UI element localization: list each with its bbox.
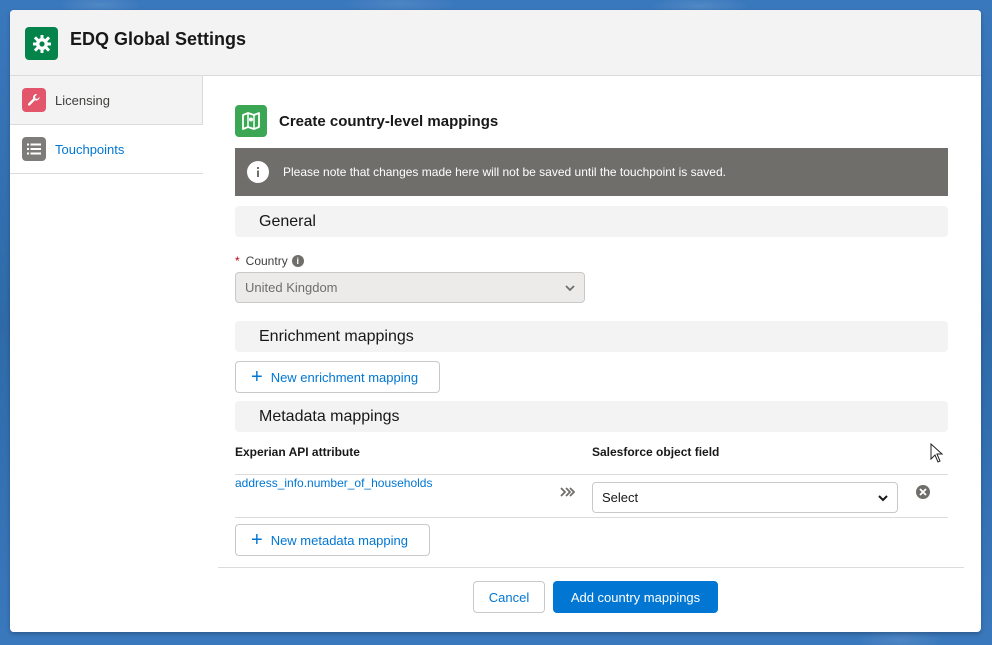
metadata-section-header: Metadata mappings (235, 401, 948, 432)
required-marker: * (235, 254, 240, 268)
info-icon (247, 161, 269, 183)
double-chevron-right-icon (560, 487, 575, 497)
plus-icon: + (251, 366, 263, 388)
mouse-cursor-icon (930, 443, 944, 463)
footer-divider (218, 567, 964, 568)
cancel-button[interactable]: Cancel (473, 581, 545, 613)
section-title: Create country-level mappings (279, 113, 499, 130)
sidebar-item-licensing[interactable]: Licensing (10, 76, 203, 125)
chevron-down-icon (565, 285, 575, 292)
settings-window: EDQ Global Settings Licensing Touchpoint… (10, 10, 981, 632)
country-select-value: United Kingdom (245, 280, 338, 295)
map-icon (235, 105, 267, 137)
main-content: Create country-level mappings Please not… (218, 76, 964, 632)
notice-text: Please note that changes made here will … (283, 165, 726, 179)
info-icon[interactable]: i (291, 255, 304, 267)
button-label: Add country mappings (570, 589, 701, 605)
info-notice: Please note that changes made here will … (235, 148, 948, 196)
list-icon (22, 137, 46, 161)
row-divider (235, 517, 948, 518)
gear-icon (25, 27, 58, 60)
column-header-experian-attribute: Experian API attribute (235, 445, 360, 459)
country-select[interactable]: United Kingdom (235, 272, 585, 303)
chevron-down-icon (878, 495, 888, 502)
country-label: Country (245, 254, 288, 268)
wrench-icon (22, 88, 46, 112)
enrichment-section-header: Enrichment mappings (235, 321, 948, 352)
add-country-mappings-button[interactable]: Add country mappings (553, 581, 718, 613)
plus-icon: + (251, 529, 263, 551)
sidebar-item-label: Touchpoints (55, 141, 125, 157)
general-section-header: General (235, 206, 948, 237)
button-label: New metadata mapping (270, 532, 408, 548)
column-header-salesforce-field: Salesforce object field (592, 445, 720, 459)
sidebar-item-label: Licensing (55, 92, 110, 108)
row-divider (235, 474, 948, 475)
window-header: EDQ Global Settings (10, 10, 981, 76)
new-enrichment-mapping-button[interactable]: + New enrichment mapping (235, 361, 440, 393)
field-select-value: Select (602, 490, 639, 505)
new-metadata-mapping-button[interactable]: + New metadata mapping (235, 524, 430, 556)
sidebar-item-touchpoints[interactable]: Touchpoints (10, 125, 203, 174)
button-label: New enrichment mapping (270, 369, 419, 385)
page-title: EDQ Global Settings (70, 29, 247, 49)
sidebar: Licensing Touchpoints (10, 76, 203, 632)
country-field-label: * Country i (235, 254, 304, 268)
attribute-link[interactable]: address_info.number_of_households (235, 476, 432, 490)
remove-row-icon[interactable] (915, 484, 931, 500)
button-label: Cancel (488, 589, 530, 605)
salesforce-field-select[interactable]: Select (592, 482, 898, 513)
